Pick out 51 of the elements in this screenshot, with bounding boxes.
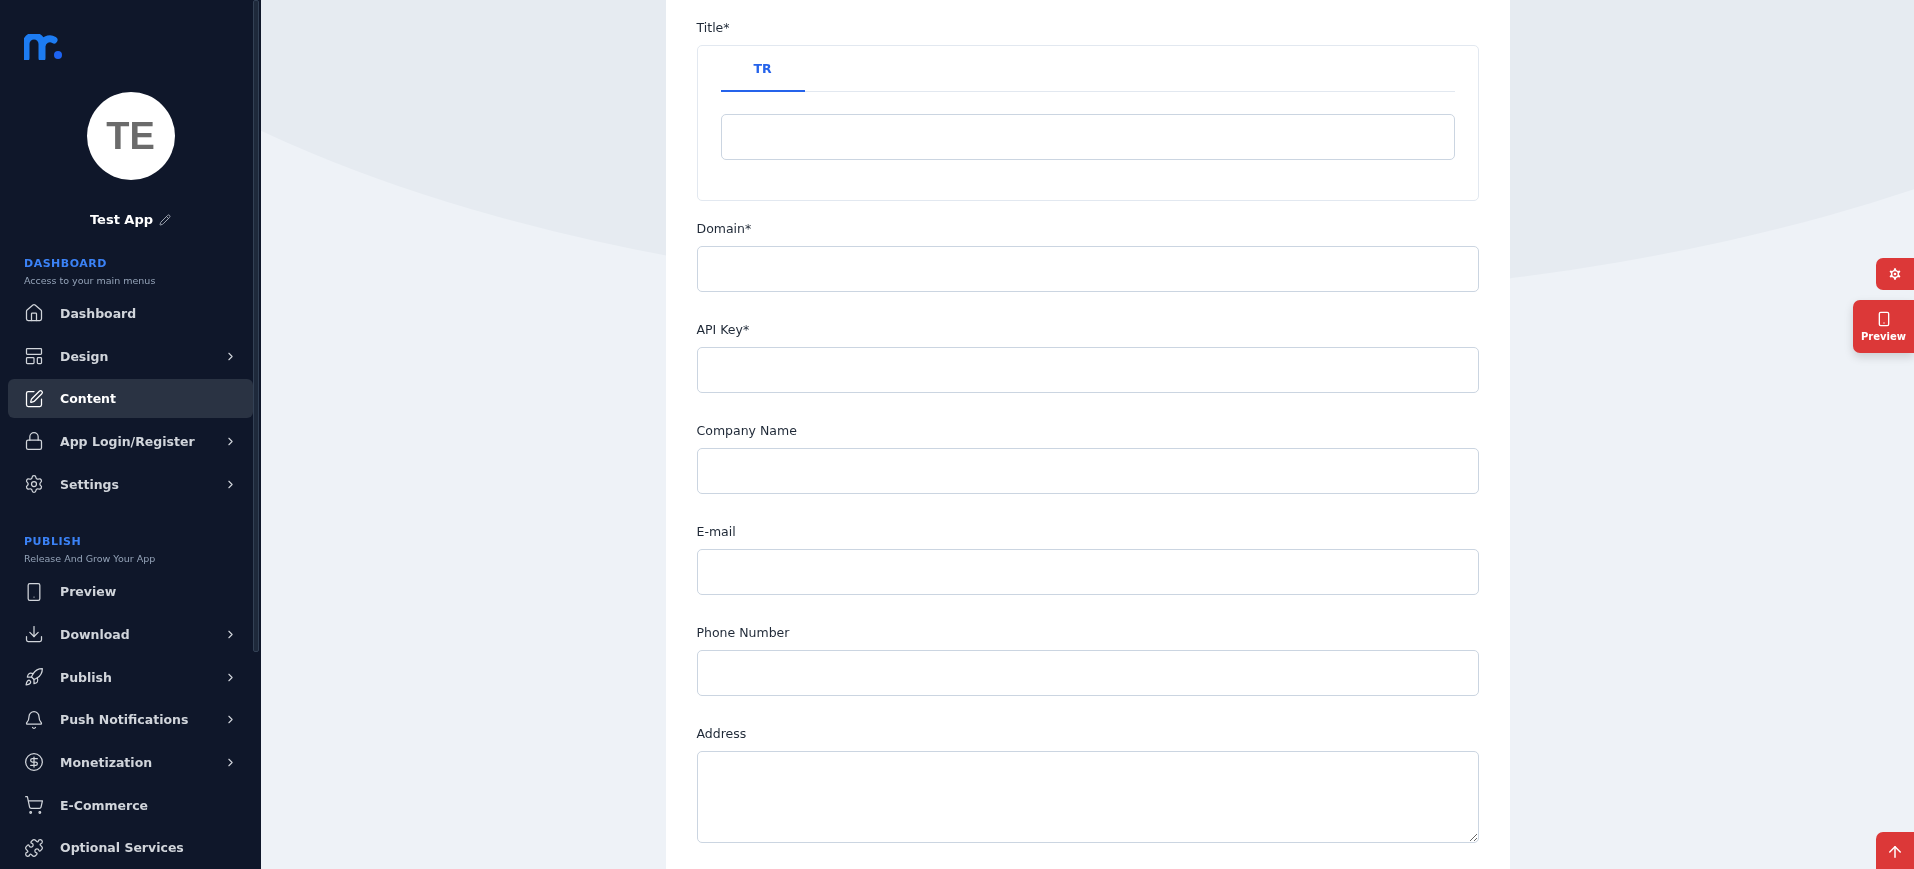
sidebar-item[interactable]: Publish	[8, 657, 253, 697]
sidebar-item[interactable]: Monetization	[8, 743, 253, 782]
scrollbar[interactable]	[253, 0, 259, 652]
input-field[interactable]	[696, 347, 1479, 393]
field-label: Company Name	[696, 423, 798, 438]
settings-button[interactable]	[1876, 258, 1914, 290]
lock-icon	[24, 431, 44, 452]
layout-icon	[24, 346, 44, 366]
field-label: Domain*	[696, 221, 753, 236]
section-title: PUBLISH	[24, 535, 83, 549]
field-label: API Key*	[696, 322, 751, 337]
input-field[interactable]	[720, 114, 1455, 160]
rocket-icon	[24, 667, 44, 688]
sidebar-item[interactable]: Preview	[8, 572, 253, 612]
avatar: TE	[86, 92, 175, 180]
edit-icon	[24, 388, 44, 409]
sidebar-item[interactable]: Dashboard	[8, 294, 253, 333]
input-field[interactable]	[696, 650, 1479, 696]
language-tab[interactable]: TR	[720, 46, 805, 92]
field-label: Title*	[696, 20, 731, 35]
input-field[interactable]	[696, 246, 1479, 292]
section-subtitle: Access to your main menus	[24, 275, 157, 286]
preview-button[interactable]: Preview	[1853, 300, 1914, 353]
dollar-icon	[24, 752, 44, 773]
sidebar-item[interactable]: Settings	[8, 464, 253, 504]
sidebar-item[interactable]: Optional Services	[8, 828, 253, 868]
input-field[interactable]	[696, 549, 1479, 595]
cart-icon	[24, 795, 44, 816]
section-title: DASHBOARD	[24, 257, 108, 270]
sidebar-item[interactable]: Download	[8, 615, 253, 654]
app-name: Test App	[89, 212, 154, 227]
settings-icon	[24, 474, 44, 494]
sidebar-item[interactable]: App Login/Register	[8, 422, 253, 461]
sidebar-item[interactable]: Design	[8, 336, 253, 376]
edit-icon[interactable]	[159, 213, 172, 226]
sidebar-item[interactable]: E-Commerce	[8, 785, 253, 825]
bell-icon	[24, 709, 44, 730]
field-label: Phone Number	[696, 625, 791, 640]
field-label: Address	[696, 726, 748, 741]
section-subtitle: Release And Grow Your App	[24, 553, 157, 565]
logo-icon	[24, 34, 64, 60]
home-icon	[24, 303, 44, 324]
download-icon	[24, 624, 44, 645]
sidebar-item[interactable]: Push Notifications	[8, 700, 253, 740]
settings-icon	[1887, 266, 1903, 282]
input-field[interactable]	[696, 448, 1479, 494]
sidebar-item[interactable]: Content	[8, 379, 253, 418]
scroll-top-button[interactable]	[1876, 832, 1914, 869]
textarea-field[interactable]	[696, 751, 1479, 843]
field-label: E-mail	[696, 524, 737, 539]
puzzle-icon	[24, 837, 44, 858]
